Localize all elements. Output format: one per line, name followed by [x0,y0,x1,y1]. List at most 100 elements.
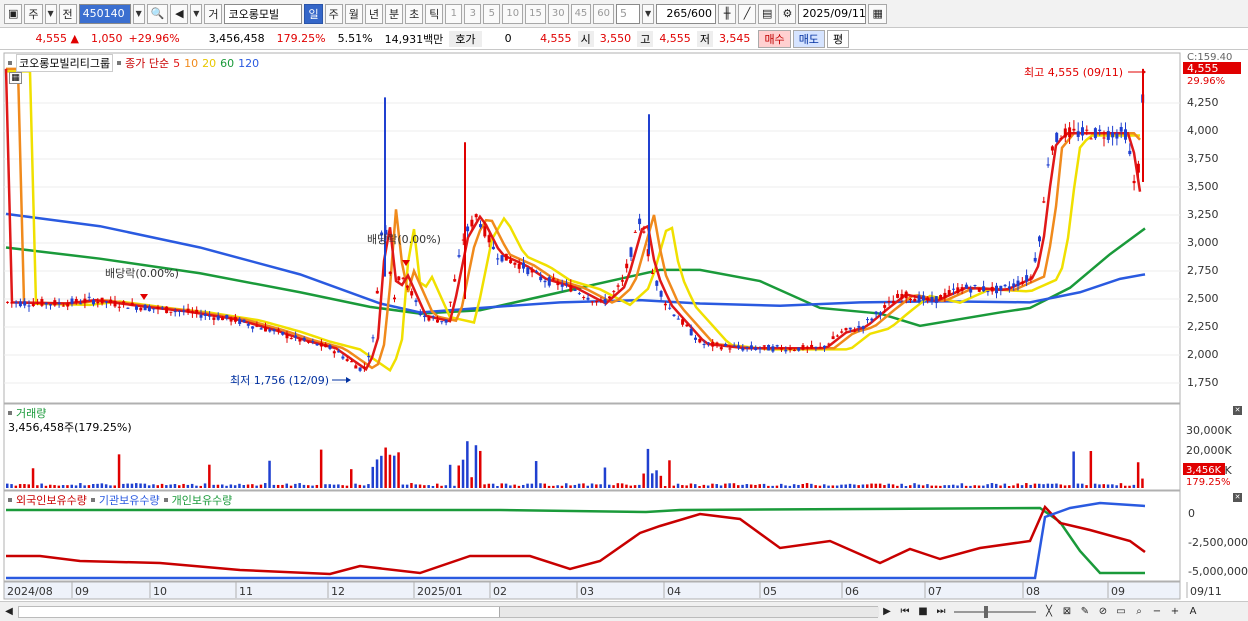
stop-icon[interactable]: ■ [916,605,930,619]
stock-code-input[interactable]: 450140 [78,3,131,24]
gear-icon[interactable]: ⚙ [778,3,797,24]
volume-bar [595,484,598,488]
chart-area[interactable]: C:159.40 4,250 4,000 3,750 3,500 3,250 3… [0,51,1248,601]
font-size-icon[interactable]: A [1186,605,1200,619]
candle-body [436,319,439,323]
scroll-thumb[interactable] [499,606,879,617]
minute-10-button[interactable]: 10 [502,3,524,24]
minute-15-button[interactable]: 15 [525,3,546,24]
candle-body [113,300,117,307]
scroll-left-icon[interactable]: ◀ [2,605,16,619]
search-zoom-icon[interactable]: ⌕ [1132,605,1146,619]
candle-body [1115,133,1119,139]
ma-label[interactable]: 종가 단순 [125,55,169,71]
y-tick-3500: 3,500 [1187,180,1219,193]
candle-body [221,317,224,321]
speaker-icon[interactable]: ◀ [170,3,189,24]
y-tick-3750: 3,750 [1187,152,1219,165]
candle-body [160,307,164,309]
interval-month-button[interactable]: 월 [344,3,363,24]
horizontal-scrollbar[interactable] [18,605,879,618]
candle-body [23,301,27,306]
trade-button[interactable]: 거 [204,3,223,24]
close-volume-panel-icon[interactable]: ✕ [1233,406,1242,415]
tool-icon-2[interactable]: ⊠ [1060,605,1074,619]
volume-bar [964,485,968,488]
period-select[interactable]: 주 [24,3,43,24]
interval-week-button[interactable]: 주 [324,3,343,24]
minute-60-button[interactable]: 60 [593,3,615,24]
minute-3-button[interactable]: 3 [464,3,482,24]
search-icon[interactable]: 🔍 [146,3,169,24]
candle-body [1081,127,1084,136]
tool-icon-1[interactable]: ╳ [1042,605,1056,619]
foreign-holding-label[interactable]: 외국인보유수량 [16,492,87,508]
interval-second-button[interactable]: 초 [405,3,424,24]
code-dropdown-icon[interactable]: ▼ [132,3,145,24]
stock-chart[interactable]: C:159.40 4,250 4,000 3,750 3,500 3,250 3… [0,51,1248,601]
volume-bar [835,485,839,488]
candle-body [522,262,525,269]
tool-icon-5[interactable]: ▭ [1114,605,1128,619]
minute-5-button[interactable]: 5 [483,3,501,24]
range-input[interactable]: 265/600 [656,3,717,24]
institution-holding-label[interactable]: 기관보유수량 [99,492,160,508]
tool-icon-3[interactable]: ✎ [1078,605,1092,619]
individual-holding-label[interactable]: 개인보유수량 [172,492,233,508]
zoom-out-icon[interactable]: − [1150,605,1164,619]
period-dropdown-icon[interactable]: ▼ [44,3,57,24]
interval-year-button[interactable]: 년 [364,3,383,24]
count-dropdown-icon[interactable]: ▼ [642,3,655,24]
zoom-slider-handle[interactable] [984,605,988,618]
table-icon[interactable]: ▦ [9,72,22,84]
zoom-slider[interactable] [954,605,1036,618]
speaker-dropdown-icon[interactable]: ▼ [190,3,203,24]
volume-bar [319,449,323,488]
volume-bar [152,484,155,488]
interval-minute-button[interactable]: 분 [384,3,404,24]
minute-30-button[interactable]: 30 [547,3,569,24]
volume-bar [960,483,964,488]
volume-bar [792,484,796,488]
volume-bar [1136,462,1140,488]
scroll-right-icon[interactable]: ▶ [880,605,894,619]
candle-body [393,297,396,300]
count-select[interactable]: 5 [616,3,641,24]
tool-icon-4[interactable]: ⊘ [1096,605,1110,619]
volume-bar [289,485,293,488]
minute-45-button[interactable]: 45 [570,3,592,24]
candle-body [79,303,83,305]
legend-dot-icon [8,498,12,502]
volume-bar [1033,483,1037,488]
candle-type-icon[interactable]: ╫ [718,3,737,24]
candle-body [741,347,745,351]
ma-10: 10 [184,56,199,70]
prev-button[interactable]: 전 [58,3,77,24]
candle-body [917,295,921,303]
stock-title[interactable]: 코오롱모빌리티그룹 [16,54,114,72]
drawing-tool-icon[interactable]: ╱ [738,3,757,24]
interval-tick-button[interactable]: 틱 [425,3,444,24]
minute-1-button[interactable]: 1 [445,3,463,24]
volume-bar [203,483,207,488]
rewind-icon[interactable]: ⏮ [898,605,912,619]
volume-bar [689,483,693,488]
fast-forward-icon[interactable]: ⏭ [934,605,948,619]
y-tick-4250: 4,250 [1187,96,1219,109]
volume-bar [268,460,271,488]
volume-bar [921,485,925,488]
buy-button[interactable]: 매수 [758,29,791,48]
volume-bar [1132,484,1136,488]
average-button[interactable]: 평 [826,29,850,48]
candle-body [307,341,310,343]
sell-button[interactable]: 매도 [792,29,825,48]
calendar-icon[interactable]: ▦ [868,3,887,24]
interval-day-button[interactable]: 일 [304,3,323,24]
volume-bar [298,483,301,488]
close-holding-panel-icon[interactable]: ✕ [1233,493,1242,502]
window-icon[interactable]: ▣ [4,3,23,24]
candle-body [491,246,495,250]
zoom-in-icon[interactable]: + [1168,605,1182,619]
date-input[interactable]: 2025/09/11 [798,3,867,24]
save-icon[interactable]: ▤ [758,3,777,24]
